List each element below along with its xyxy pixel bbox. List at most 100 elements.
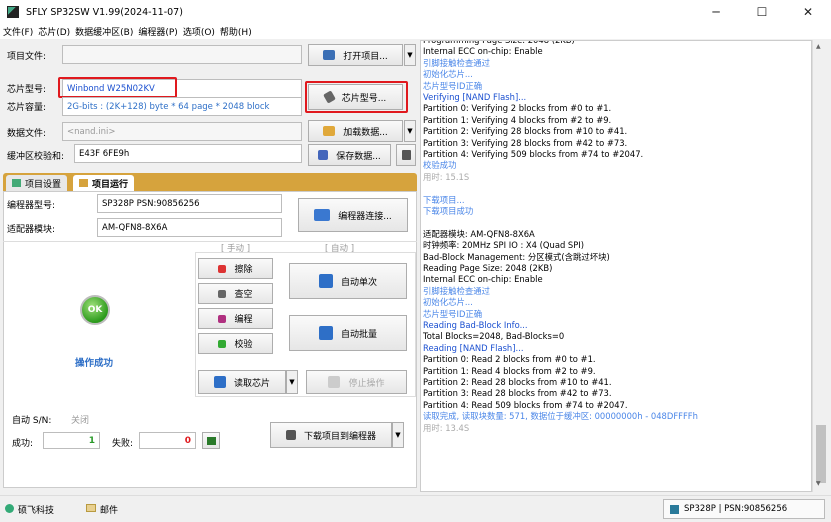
load-data-button[interactable]: 加载数据... <box>308 120 403 142</box>
menu-chip[interactable]: 芯片(D) <box>35 25 72 38</box>
menu-buffer[interactable]: 数据缓冲区(B) <box>72 25 135 38</box>
log-line: Partition 0: Verifying 2 blocks from #0 … <box>423 103 612 114</box>
log-line: 初始化芯片... <box>423 69 473 80</box>
tab-strip: 项目设置 项目运行 <box>3 173 417 191</box>
chip-model-highlight <box>58 77 177 98</box>
company-link[interactable]: 硕飞科技 <box>18 503 54 516</box>
counter-icon <box>206 436 216 445</box>
menu-programmer[interactable]: 编程器(P) <box>135 25 179 38</box>
project-file-label: 项目文件: <box>7 52 47 62</box>
log-scrollbar[interactable]: ▲ ▼ <box>812 40 828 492</box>
log-line: Partition 1: Verifying 4 blocks from #2 … <box>423 114 612 125</box>
blank-check-icon <box>218 289 227 298</box>
read-chip-dropdown[interactable]: ▼ <box>286 370 298 394</box>
run-tab-icon <box>79 179 88 187</box>
programmer-status-text: SP328P | PSN:90856256 <box>684 504 788 514</box>
log-line: Internal ECC on-chip: Enable <box>423 274 543 285</box>
app-icon <box>7 6 19 18</box>
log-line: Verifying [NAND Flash]... <box>423 92 527 102</box>
status-bar: 硕飞科技 邮件 SP328P | PSN:90856256 <box>0 495 831 522</box>
read-chip-label: 读取芯片 <box>233 378 270 389</box>
log-line: Reading Bad-Block Info... <box>423 320 528 330</box>
project-file-field[interactable] <box>62 45 302 64</box>
settings-tab-icon <box>12 179 21 187</box>
close-button[interactable]: ✕ <box>785 0 831 24</box>
log-line: 引脚接触检查通过 <box>423 285 490 296</box>
log-line: Reading [NAND Flash]... <box>423 342 524 353</box>
download-dropdown[interactable]: ▼ <box>392 422 404 448</box>
data-file-field[interactable]: <nand.ini> <box>62 122 302 141</box>
adapter-label: 适配器模块: <box>7 225 56 235</box>
left-panel: 项目文件: 打开项目... ▼ 芯片型号: Winbond W25N02KV 芯… <box>0 40 419 492</box>
auto-sn-label: 自动 S/N: <box>12 416 52 426</box>
program-button[interactable]: 编程 <box>198 308 273 329</box>
download-project-button[interactable]: 下载项目到编程器 <box>270 422 392 448</box>
adapter-field: AM-QFN8-8X6A <box>97 218 282 237</box>
reset-counter-button[interactable] <box>202 432 220 449</box>
minimize-button[interactable]: ─ <box>693 0 739 24</box>
programmer-connect-button[interactable]: 编程器连接... <box>298 198 408 232</box>
scroll-down-icon[interactable]: ▼ <box>816 480 821 487</box>
load-data-dropdown[interactable]: ▼ <box>404 120 416 142</box>
chip-capacity-field: 2G-bits : (2K+128) byte * 64 page * 2048… <box>62 97 302 116</box>
maximize-button[interactable]: ☐ <box>739 0 785 24</box>
open-folder-icon <box>323 126 336 136</box>
open-project-button[interactable]: 打开项目... <box>308 44 403 66</box>
open-project-dropdown[interactable]: ▼ <box>404 44 416 66</box>
log-line: 下载项目成功 <box>423 206 474 216</box>
company-icon <box>5 504 14 513</box>
menu-file[interactable]: 文件(F) <box>0 25 35 38</box>
folder-icon <box>323 50 336 60</box>
auto-single-label: 自动单次 <box>340 277 377 288</box>
log-line: Partition 0: Read 2 blocks from #0 to #1… <box>423 354 596 365</box>
tab-project-settings[interactable]: 项目设置 <box>6 175 68 191</box>
auto-single-button[interactable]: 自动单次 <box>289 263 407 299</box>
menu-help[interactable]: 帮助(H) <box>217 25 254 38</box>
erase-button[interactable]: 擦除 <box>198 258 273 279</box>
checksum-label: 缓冲区校验和: <box>7 152 65 162</box>
stop-operation-button[interactable]: 停止操作 <box>306 370 407 394</box>
auto-batch-button[interactable]: 自动批量 <box>289 315 407 351</box>
operation-status: 操作成功 <box>75 358 114 369</box>
programmer-status-icon <box>670 504 679 514</box>
mail-icon <box>86 504 96 512</box>
mail-link[interactable]: 邮件 <box>100 503 118 516</box>
log-line: Partition 3: Verifying 28 blocks from #4… <box>423 137 628 148</box>
log-line: Partition 2: Read 28 blocks from #10 to … <box>423 377 612 387</box>
log-line: 读取完成, 读取块数量: 571, 数据位于缓冲区: 00000000h - 0… <box>423 411 698 422</box>
log-line: Partition 2: Verifying 28 blocks from #1… <box>423 126 628 137</box>
success-count: 1 <box>43 432 100 449</box>
log-line: Total Blocks=2048, Bad-Blocks=0 <box>423 331 565 342</box>
scroll-up-icon[interactable]: ▲ <box>816 43 821 50</box>
fail-count: 0 <box>139 432 196 449</box>
verify-icon <box>218 339 227 348</box>
menu-options[interactable]: 选项(O) <box>180 25 217 38</box>
verify-button[interactable]: 校验 <box>198 333 273 354</box>
log-line: 校验成功 <box>423 160 457 171</box>
scroll-thumb[interactable] <box>816 425 826 483</box>
log-line: Bad-Block Management: 分区模式(含跳过坏块) <box>423 251 610 262</box>
open-project-label: 打开项目... <box>343 51 388 62</box>
data-file-label: 数据文件: <box>7 129 47 139</box>
load-data-label: 加载数据... <box>343 127 388 138</box>
tab-project-run[interactable]: 项目运行 <box>73 175 135 191</box>
programmer-connect-label: 编程器连接... <box>338 211 392 222</box>
log-line: 下载项目... <box>423 194 465 205</box>
log-line: Partition 1: Read 4 blocks from #2 to #9… <box>423 365 596 376</box>
chip-capacity-label: 芯片容量: <box>7 103 47 113</box>
read-chip-icon <box>213 376 226 388</box>
log-line: Programming Page Size: 2048 (2KB) <box>423 40 575 45</box>
save-data-button[interactable]: 保存数据... <box>308 144 391 166</box>
log-line: Reading Page Size: 2048 (2KB) <box>423 263 553 273</box>
chip-model-label: 芯片型号: <box>7 85 47 95</box>
programmer-icon <box>314 209 331 221</box>
title-bar: SFLY SP32SW V1.99(2024-11-07) ─ ☐ ✕ <box>0 0 831 24</box>
program-label: 编程 <box>234 315 253 325</box>
read-chip-button[interactable]: 读取芯片 <box>198 370 286 394</box>
auto-batch-label: 自动批量 <box>340 329 377 340</box>
calculator-button[interactable] <box>396 144 416 166</box>
log-line: 引脚接触检查通过 <box>423 57 490 68</box>
log-panel[interactable]: Programming Page Size: 2048 (2KB) Interna… <box>420 40 812 492</box>
log-line: Internal ECC on-chip: Enable <box>423 46 543 57</box>
blank-check-button[interactable]: 查空 <box>198 283 273 304</box>
